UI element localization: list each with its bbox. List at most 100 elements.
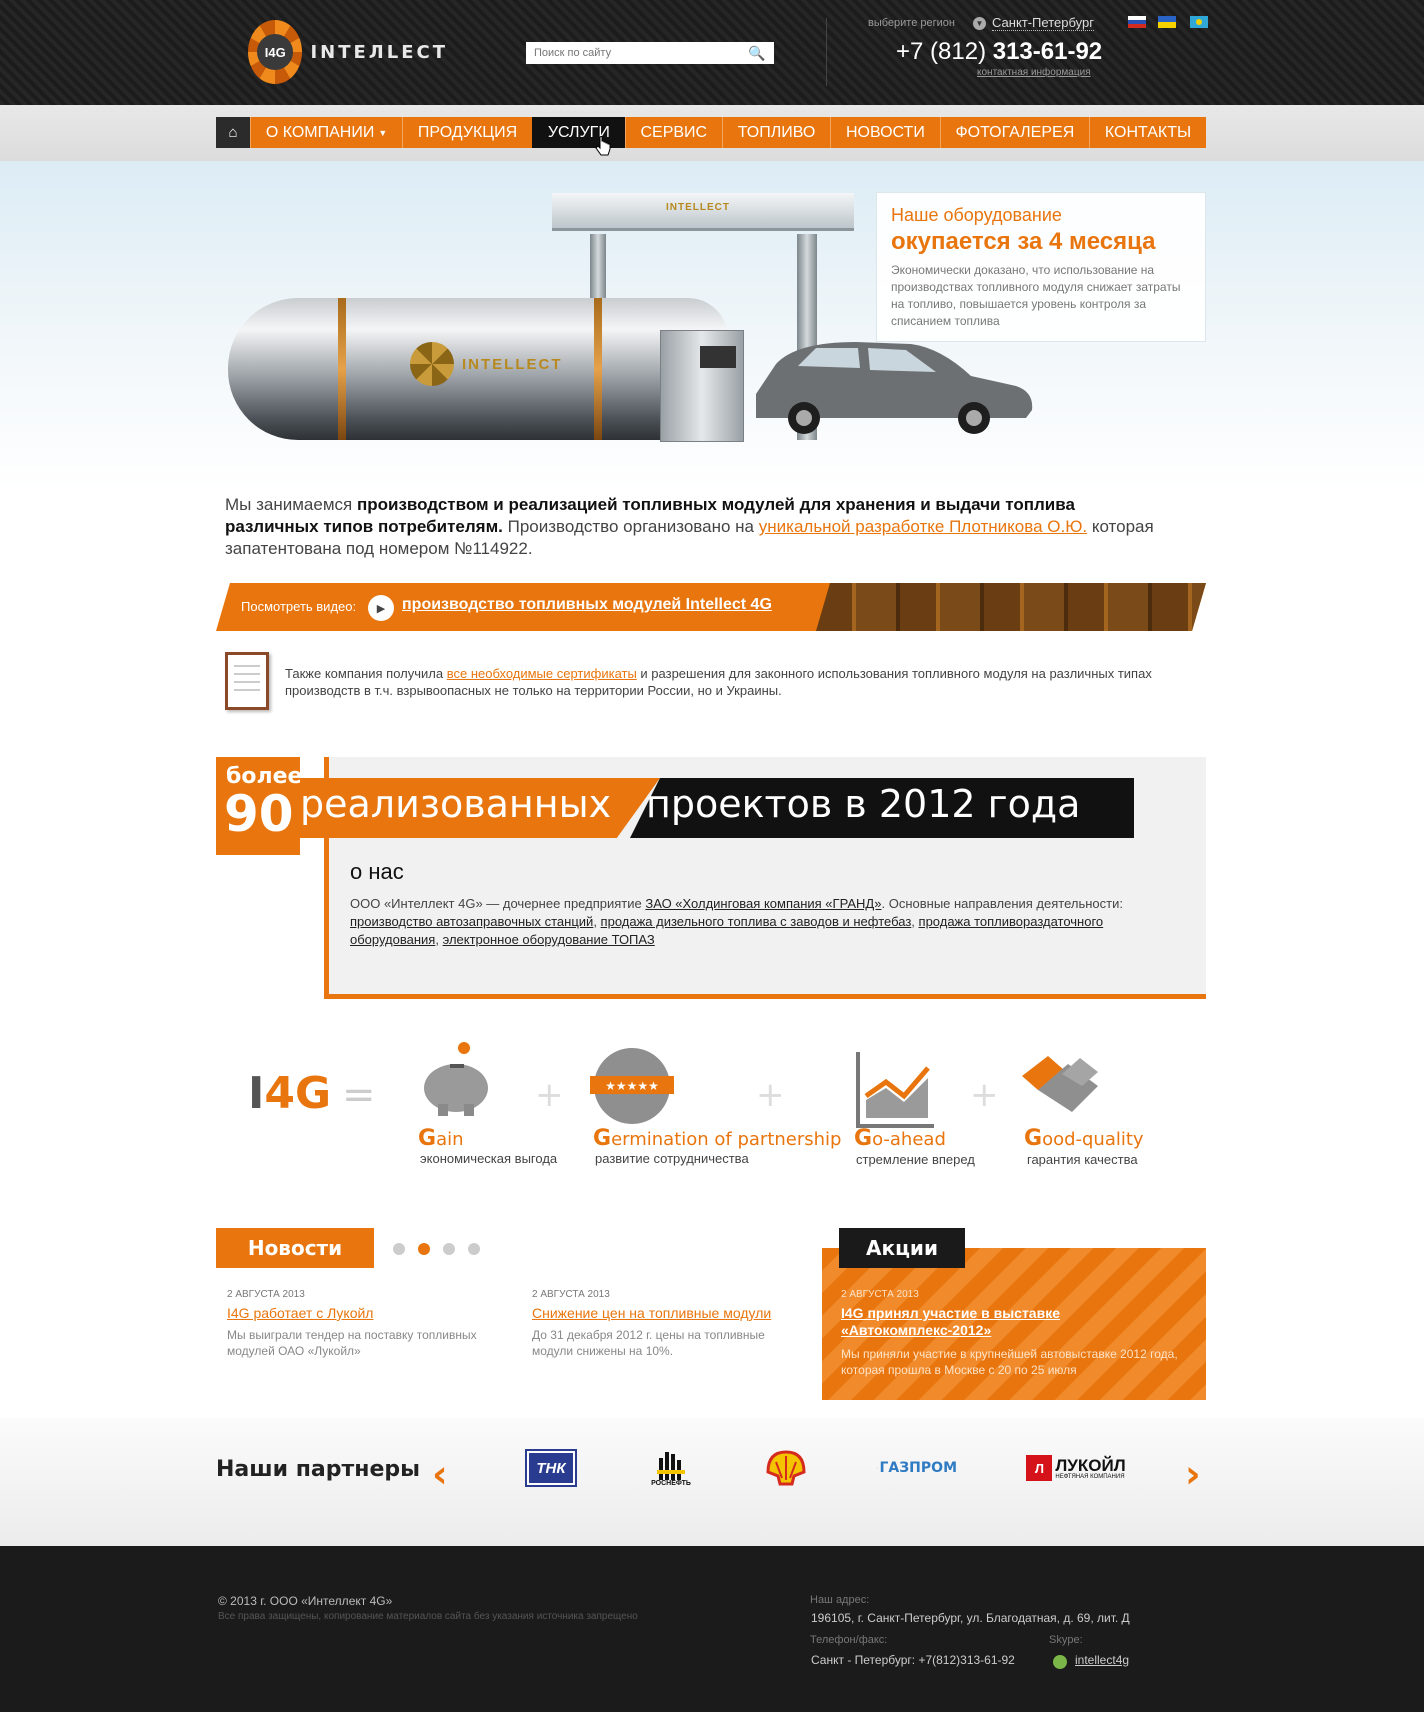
i4g-logo: I4G xyxy=(248,1068,331,1119)
tank-band xyxy=(338,298,346,440)
region-label: выберите регион xyxy=(868,17,955,29)
separator: , xyxy=(911,914,919,929)
plus-sign: + xyxy=(535,1075,564,1115)
footer-copyright: © 2013 г. ООО «Интеллект 4G» xyxy=(218,1594,393,1608)
promo-text: Мы приняли участие в крупнейшей автовыст… xyxy=(841,1347,1178,1377)
footer xyxy=(0,1546,1424,1712)
separator: , xyxy=(593,914,601,929)
plus-sign: + xyxy=(756,1075,785,1115)
nav-item-gallery[interactable]: ФОТОГАЛЕРЕЯ xyxy=(939,117,1089,148)
nav-item-news[interactable]: НОВОСТИ xyxy=(830,117,940,148)
promo-title-link[interactable]: I4G принял участие в выставке «Автокомпл… xyxy=(841,1305,1141,1339)
play-icon[interactable]: ▶ xyxy=(368,595,394,621)
news-text: Мы выиграли тендер на поставку топливных… xyxy=(227,1328,477,1358)
value-quality-title: Good-quality xyxy=(1024,1126,1144,1151)
certificate-icon[interactable] xyxy=(225,652,269,710)
region-value: Санкт-Петербург xyxy=(992,15,1094,31)
promotions-tab[interactable]: Акции xyxy=(839,1228,965,1268)
lukoil-wordmark: ЛУКОЙЛ НЕФТЯНАЯ КОМПАНИЯ xyxy=(1055,1457,1125,1480)
i4g-logo-right: 4G xyxy=(264,1068,332,1119)
flag-russia-icon[interactable] xyxy=(1128,16,1146,28)
value-rest: ain xyxy=(436,1129,464,1150)
footer-skype-label: Skype: xyxy=(1049,1634,1083,1646)
rosneft-logo-text: РОСНЕФТЬ xyxy=(651,1479,691,1487)
news-page-dot[interactable] xyxy=(393,1243,405,1255)
diesel-sales-link[interactable]: продажа дизельного топлива с заводов и н… xyxy=(601,914,912,929)
nav-label: НОВОСТИ xyxy=(845,123,925,141)
home-icon[interactable]: ⌂ xyxy=(216,117,250,148)
about-title: о нас xyxy=(350,859,404,884)
tank-logo-text: INTELLECT xyxy=(462,355,563,373)
value-rest: o-ahead xyxy=(872,1129,946,1150)
dropdown-arrow-icon: ▼ xyxy=(378,127,388,138)
contact-info-link[interactable]: контактная информация xyxy=(977,67,1091,78)
gas-stations-link[interactable]: производство автозаправочных станций xyxy=(350,914,593,929)
promo-title-line1: Наше оборудование xyxy=(891,205,1062,225)
hero-promo-card: Наше оборудование окупается за 4 месяца … xyxy=(876,192,1206,342)
phone-prefix: +7 (812) xyxy=(896,38,987,65)
intro-text: Мы занимаемся xyxy=(225,495,357,514)
footer-phone: Санкт - Петербург: +7(812)313-61-92 xyxy=(811,1653,1015,1667)
skype-icon xyxy=(1053,1655,1067,1669)
nav-item-products[interactable]: ПРОДУКЦИЯ xyxy=(402,117,532,148)
logo-wordmark: INTEЛLECT xyxy=(310,41,448,63)
main-nav: ⌂ О КОМПАНИИ ▼ ПРОДУКЦИЯ УСЛУГИ СЕРВИС ТО… xyxy=(216,117,1206,148)
phone-number: 313-61-92 xyxy=(992,38,1103,65)
news-page-dot[interactable] xyxy=(443,1243,455,1255)
logo-badge: I4G xyxy=(257,34,294,70)
nav-item-service[interactable]: СЕРВИС xyxy=(624,117,722,148)
search-input[interactable] xyxy=(526,43,742,63)
plus-sign: + xyxy=(970,1075,999,1115)
value-goahead-title: Go-ahead xyxy=(854,1126,946,1151)
nav-item-fuel[interactable]: ТОПЛИВО xyxy=(721,117,830,148)
skype-link[interactable]: intellect4g xyxy=(1075,1653,1129,1667)
site-logo[interactable]: I4G INTEЛLECT xyxy=(248,18,448,86)
promo-title-line2: окупается за 4 месяца xyxy=(891,228,1156,255)
dispenser-screen xyxy=(700,346,736,368)
promo-text: Экономически доказано, что использование… xyxy=(891,263,1181,328)
chevron-left-icon[interactable]: ‹ xyxy=(432,1452,448,1496)
lukoil-emblem-icon: Л xyxy=(1026,1455,1053,1481)
tnk-logo-text: ТНК xyxy=(525,1449,577,1487)
news-page-dot[interactable] xyxy=(468,1243,480,1255)
video-link[interactable]: производство топливных модулей Intellect… xyxy=(402,596,772,614)
holding-link[interactable]: ЗАО «Холдинговая компания «ГРАНД» xyxy=(645,896,881,911)
partner-logo-tnk[interactable]: ТНК xyxy=(525,1446,577,1490)
footer-address-label: Наш адрес: xyxy=(810,1594,870,1606)
news-page-dot-active[interactable] xyxy=(418,1243,430,1255)
promo-date: 2 АВГУСТА 2013 xyxy=(841,1289,919,1300)
equals-sign: = xyxy=(342,1072,376,1118)
chevron-right-icon[interactable]: › xyxy=(1185,1452,1201,1496)
value-partnership-sub: развитие сотрудничества xyxy=(595,1151,749,1166)
intro-paragraph: Мы занимаемся производством и реализацие… xyxy=(225,494,1155,560)
car-image xyxy=(756,342,1033,434)
flag-ukraine-icon[interactable] xyxy=(1158,16,1176,28)
value-rest: ermination of partnership xyxy=(611,1129,842,1150)
partner-logo-shell[interactable] xyxy=(762,1446,810,1490)
search-box: 🔍 xyxy=(526,42,774,64)
partner-logo-rosneft[interactable]: РОСНЕФТЬ xyxy=(640,1446,702,1490)
badge-stars-icon: ★★★★★ xyxy=(590,1048,674,1124)
news-title-link[interactable]: I4G работает с Лукойл xyxy=(227,1305,373,1321)
search-icon[interactable]: 🔍 xyxy=(742,45,772,62)
about-text: ООО «Интеллект 4G» — дочернее предприяти… xyxy=(350,895,1190,949)
logo-gear-icon: I4G xyxy=(248,20,303,84)
nav-item-contacts[interactable]: КОНТАКТЫ xyxy=(1089,117,1206,148)
value-partnership-title: Germination of partnership xyxy=(593,1126,841,1151)
news-title-link[interactable]: Снижение цен на топливные модули xyxy=(532,1305,771,1321)
partner-logo-gazprom[interactable]: ГАЗПРОМ xyxy=(877,1446,957,1490)
partner-logo-lukoil[interactable]: Л ЛУКОЙЛ НЕФТЯНАЯ КОМПАНИЯ xyxy=(1024,1446,1128,1490)
projects-count: 90 xyxy=(224,785,294,843)
nav-item-company[interactable]: О КОМПАНИИ ▼ xyxy=(250,117,402,148)
flag-kazakhstan-icon[interactable] xyxy=(1190,16,1208,28)
news-tab[interactable]: Новости xyxy=(216,1228,374,1268)
rosneft-emblem-icon xyxy=(657,1451,685,1480)
certificates-link[interactable]: все необходимые сертификаты xyxy=(447,666,637,681)
topaz-link[interactable]: электронное оборудование ТОПАЗ xyxy=(443,932,655,947)
patent-link[interactable]: уникальной разработке Плотникова О.Ю. xyxy=(759,517,1087,536)
footer-rights: Все права защищены, копирование материал… xyxy=(218,1611,638,1622)
news-date: 2 АВГУСТА 2013 xyxy=(227,1289,305,1300)
i4g-logo-left: I xyxy=(248,1068,265,1119)
about-text-part: ООО «Интеллект 4G» — дочернее предприяти… xyxy=(350,896,646,911)
region-select[interactable]: ▼ Санкт-Петербург xyxy=(973,15,1094,31)
